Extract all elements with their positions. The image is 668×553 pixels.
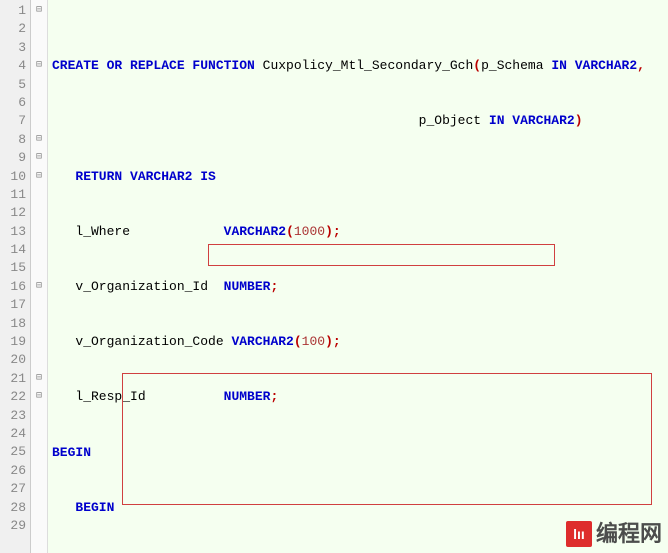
line-number: 10 (2, 168, 26, 186)
fold-marker (31, 351, 47, 369)
fold-marker[interactable]: ⊟ (31, 370, 47, 388)
fold-marker (31, 223, 47, 241)
line-number: 3 (2, 39, 26, 57)
code-area: CREATE OR REPLACE FUNCTION Cuxpolicy_Mtl… (48, 0, 668, 553)
line-number: 18 (2, 315, 26, 333)
code-line: CREATE OR REPLACE FUNCTION Cuxpolicy_Mtl… (52, 57, 668, 75)
line-number: 7 (2, 112, 26, 130)
fold-marker (31, 76, 47, 94)
line-number: 23 (2, 407, 26, 425)
fold-marker[interactable]: ⊟ (31, 388, 47, 406)
line-number: 4 (2, 57, 26, 75)
fold-marker[interactable]: ⊟ (31, 278, 47, 296)
line-number: 25 (2, 443, 26, 461)
fold-marker[interactable]: ⊟ (31, 149, 47, 167)
code-line: v_Organization_Id NUMBER; (52, 278, 668, 296)
fold-marker (31, 425, 47, 443)
line-number: 28 (2, 499, 26, 517)
fold-marker (31, 241, 47, 259)
line-number: 20 (2, 351, 26, 369)
code-line: p_Object IN VARCHAR2) (52, 112, 668, 130)
line-number: 5 (2, 76, 26, 94)
fold-marker (31, 112, 47, 130)
line-number: 6 (2, 94, 26, 112)
line-number: 22 (2, 388, 26, 406)
fold-marker[interactable]: ⊟ (31, 131, 47, 149)
line-number: 15 (2, 259, 26, 277)
fold-marker (31, 443, 47, 461)
line-number: 12 (2, 204, 26, 222)
code-editor: 1234567891011121314151617181920212223242… (0, 0, 668, 553)
line-number: 24 (2, 425, 26, 443)
code-line: BEGIN (52, 499, 668, 517)
line-number: 27 (2, 480, 26, 498)
line-number: 13 (2, 223, 26, 241)
fold-marker (31, 407, 47, 425)
fold-gutter: ⊟⊟⊟⊟⊟⊟⊟⊟ (31, 0, 48, 553)
line-number: 17 (2, 296, 26, 314)
code-line: v_Organization_Code VARCHAR2(100); (52, 333, 668, 351)
line-number: 8 (2, 131, 26, 149)
fold-marker[interactable]: ⊟ (31, 2, 47, 20)
fold-marker (31, 39, 47, 57)
fold-marker (31, 517, 47, 535)
line-number: 21 (2, 370, 26, 388)
fold-marker (31, 204, 47, 222)
highlight-box (208, 244, 555, 266)
fold-marker (31, 20, 47, 38)
watermark-logo-icon: lıı (566, 521, 592, 547)
line-number: 11 (2, 186, 26, 204)
line-number: 26 (2, 462, 26, 480)
fold-marker[interactable]: ⊟ (31, 57, 47, 75)
fold-marker (31, 333, 47, 351)
fold-marker (31, 499, 47, 517)
line-number: 1 (2, 2, 26, 20)
fold-marker (31, 94, 47, 112)
code-line: l_Resp_Id NUMBER; (52, 388, 668, 406)
fold-marker[interactable]: ⊟ (31, 168, 47, 186)
line-number: 16 (2, 278, 26, 296)
line-number: 2 (2, 20, 26, 38)
fold-marker (31, 296, 47, 314)
watermark: lıı 编程网 (566, 521, 662, 547)
line-number: 14 (2, 241, 26, 259)
fold-marker (31, 462, 47, 480)
line-number-gutter: 1234567891011121314151617181920212223242… (0, 0, 31, 553)
code-line: RETURN VARCHAR2 IS (52, 168, 668, 186)
fold-marker (31, 315, 47, 333)
line-number: 29 (2, 517, 26, 535)
fold-marker (31, 259, 47, 277)
fold-marker (31, 480, 47, 498)
fold-marker (31, 186, 47, 204)
line-number: 19 (2, 333, 26, 351)
line-number: 9 (2, 149, 26, 167)
code-line: l_Where VARCHAR2(1000); (52, 223, 668, 241)
code-line: BEGIN (52, 444, 668, 462)
watermark-text: 编程网 (596, 525, 662, 543)
